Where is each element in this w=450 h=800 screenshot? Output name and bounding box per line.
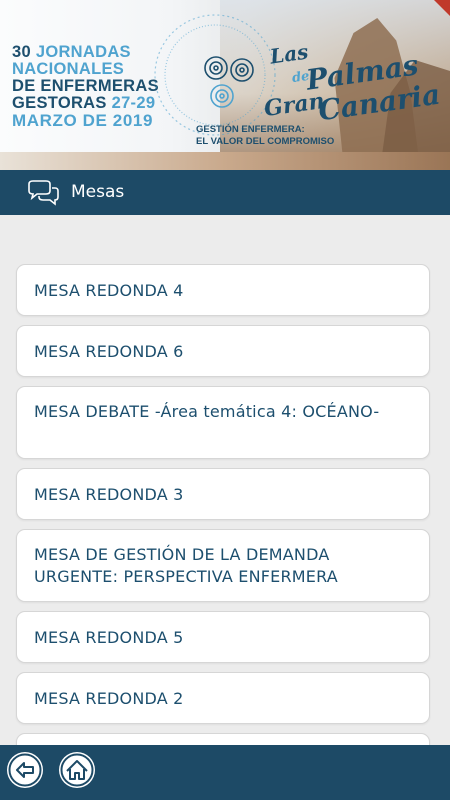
list-item[interactable]: MESA DEBATE -Área temática 4: OCÉANO- — [16, 386, 430, 459]
banner-line-3: DE ENFERMERAS — [12, 77, 159, 95]
list-item-label: MESA REDONDA 2 — [34, 689, 184, 708]
back-button[interactable] — [7, 752, 43, 788]
home-button[interactable] — [59, 752, 95, 788]
list-item[interactable]: MESA DE GESTIÓN DE LA DEMANDA URGENTE: P… — [16, 529, 430, 602]
back-arrow-icon — [8, 753, 42, 787]
section-header: Mesas — [0, 170, 450, 215]
decorative-spirals-icon — [154, 14, 276, 136]
list-item[interactable]: MESA REDONDA 6 — [16, 325, 430, 377]
list-item[interactable]: MESA REDONDA 3 — [16, 468, 430, 520]
tagline-2: EL VALOR DEL COMPROMISO — [196, 136, 335, 147]
bottom-nav-bar — [0, 745, 450, 800]
list-item-label: MESA DE GESTIÓN DE LA DEMANDA URGENTE: P… — [34, 545, 338, 586]
banner-line-1: 30 JORNADAS — [12, 43, 131, 61]
list-item-partial[interactable] — [16, 733, 430, 745]
home-icon — [60, 753, 94, 787]
chat-bubbles-icon — [28, 180, 59, 206]
banner-line-4: GESTORAS 27-29 — [12, 94, 156, 112]
list-item[interactable]: MESA REDONDA 5 — [16, 611, 430, 663]
tagline-1: GESTIÓN ENFERMERA: — [196, 124, 305, 135]
list-item-label: MESA DEBATE -Área temática 4: OCÉANO- — [34, 402, 380, 421]
list-item-label: MESA REDONDA 6 — [34, 342, 184, 361]
list-item-label: MESA REDONDA 5 — [34, 628, 184, 647]
list-item[interactable]: MESA REDONDA 4 — [16, 264, 430, 316]
list-item[interactable]: MESA REDONDA 2 — [16, 672, 430, 724]
banner-line-5: MARZO DE 2019 — [12, 111, 154, 130]
mesas-list: MESA REDONDA 4 MESA REDONDA 6 MESA DEBAT… — [0, 215, 450, 745]
banner-line-2: NACIONALES — [12, 60, 125, 78]
page-title: Mesas — [71, 182, 125, 202]
list-item-label: MESA REDONDA 4 — [34, 281, 184, 300]
event-banner: 30 JORNADAS NACIONALES DE ENFERMERAS GES… — [0, 0, 450, 170]
app-screen: 30 JORNADAS NACIONALES DE ENFERMERAS GES… — [0, 0, 450, 800]
list-item-label: MESA REDONDA 3 — [34, 485, 184, 504]
